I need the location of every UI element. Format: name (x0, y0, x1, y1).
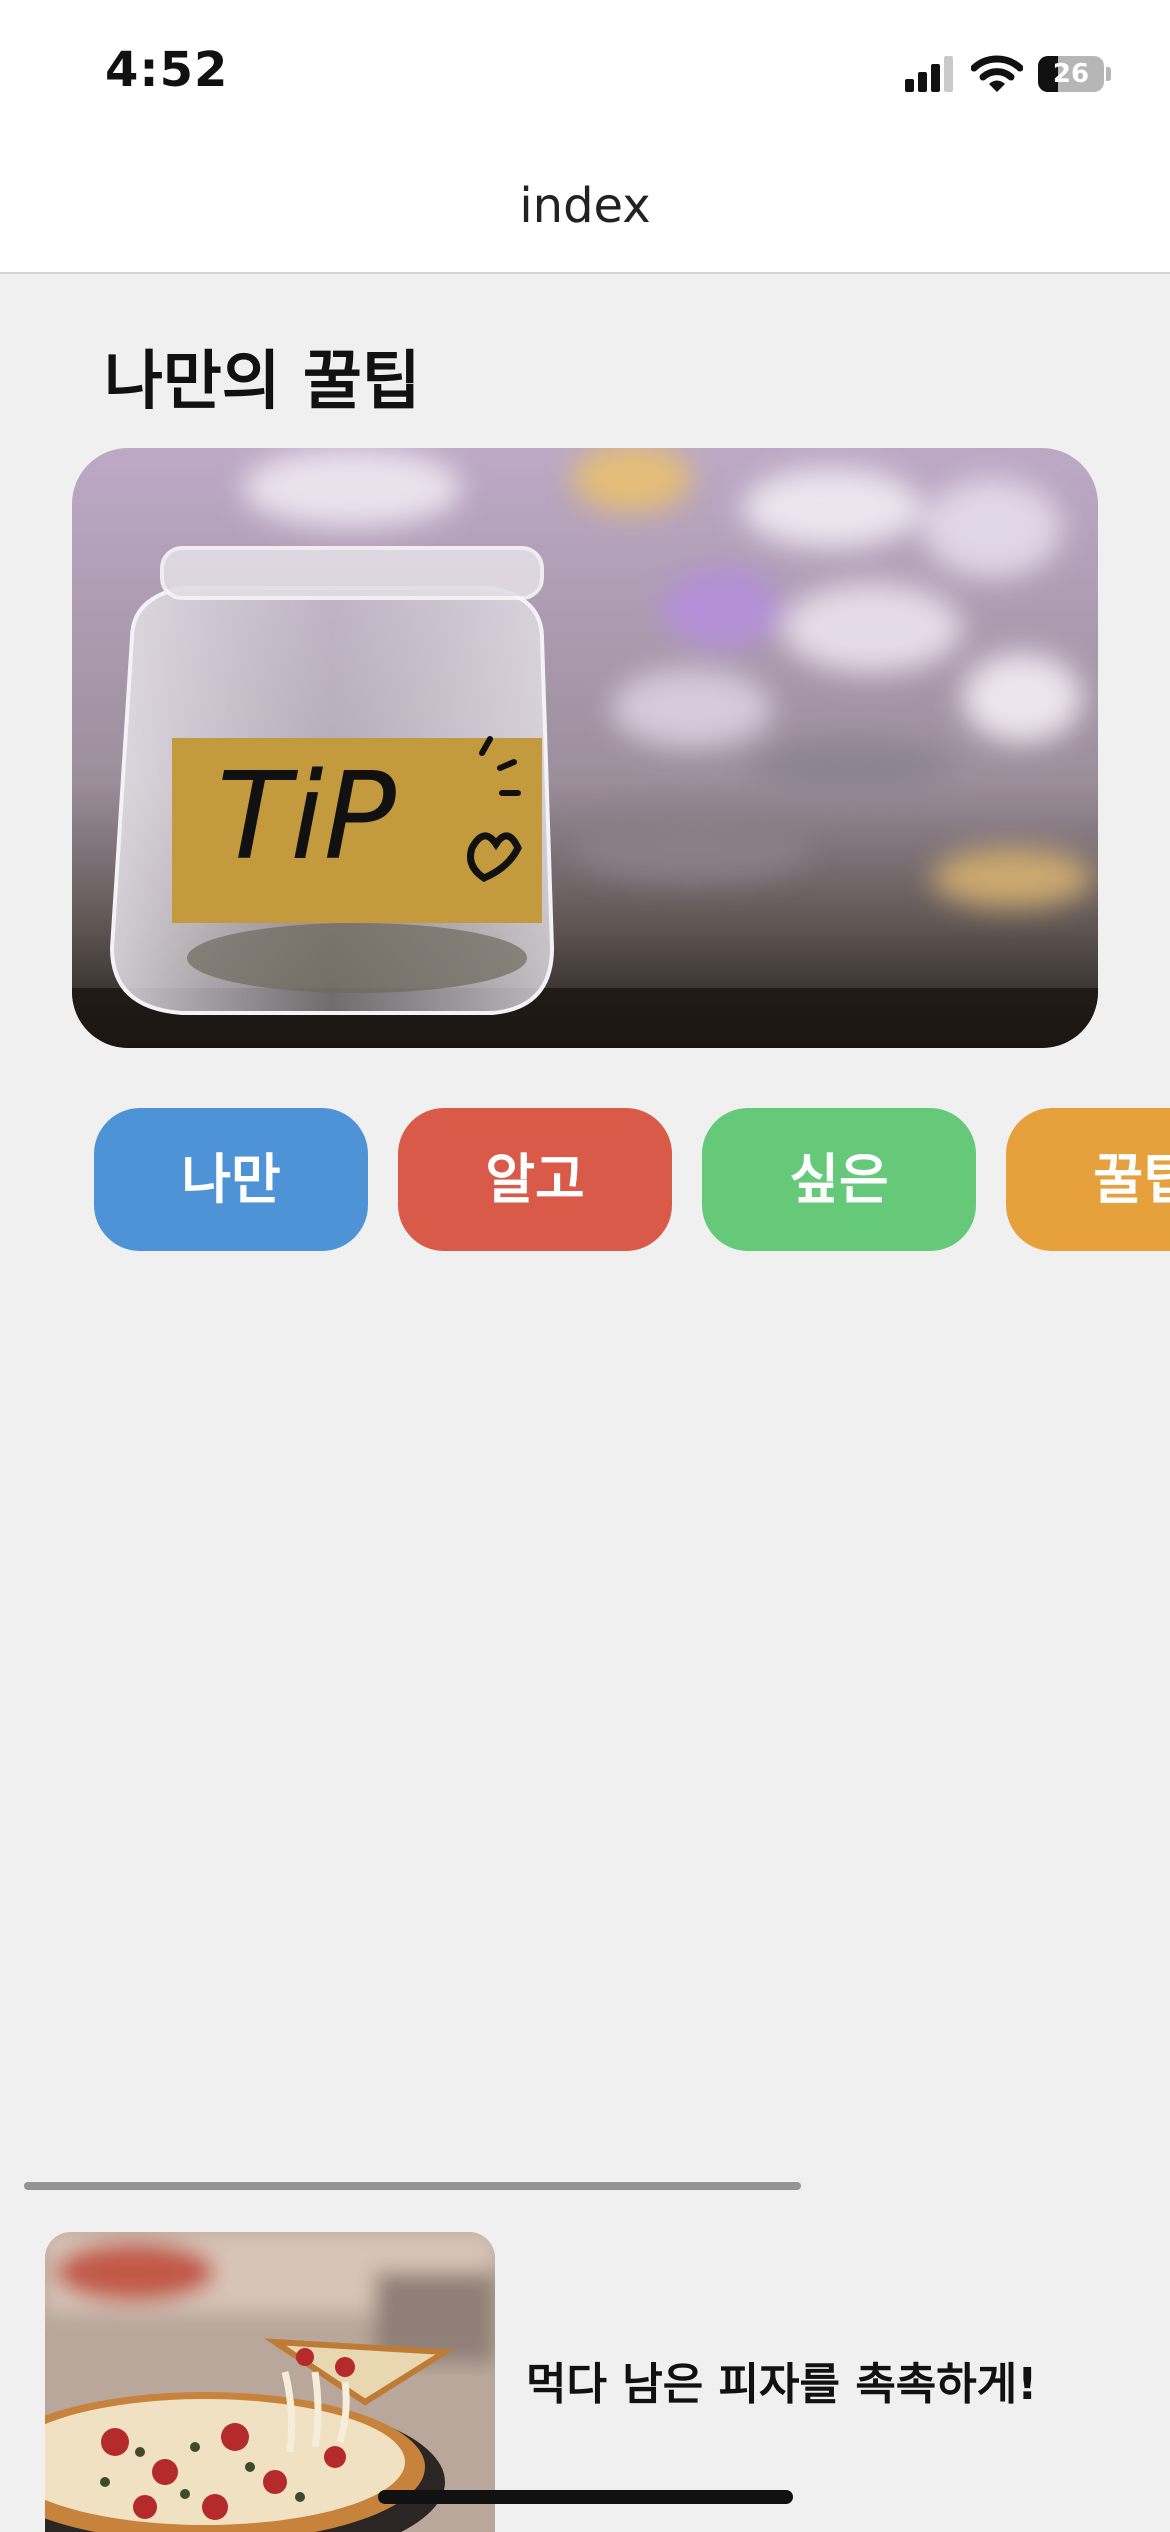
navigation-bar: index (0, 140, 1170, 274)
section-title: 나만의 꿀팁 (104, 345, 421, 419)
status-bar: 4:52 26 (0, 0, 1170, 140)
tip-label: TiP (217, 748, 397, 887)
chip-1[interactable]: 알고 (398, 1108, 672, 1251)
horizontal-scroll-indicator[interactable] (24, 2182, 801, 2190)
list-item[interactable]: 먹다 남은 피자를 촉촉하게! (0, 2218, 1170, 2532)
status-time: 4:52 (105, 42, 229, 98)
chip-0[interactable]: 나만 (94, 1108, 368, 1251)
chip-3[interactable]: 꿀팁 (1006, 1108, 1170, 1251)
chip-2[interactable]: 싶은 (702, 1108, 976, 1251)
battery-icon: 26 (1038, 56, 1104, 92)
category-chips: 나만 알고 싶은 꿀팁 (0, 1108, 1170, 1253)
list-item-title: 먹다 남은 피자를 촉촉하게! (526, 2359, 1038, 2410)
pizza-photo (45, 2232, 495, 2532)
nav-title: index (519, 178, 651, 234)
hero-image[interactable]: TiP (72, 448, 1098, 1048)
wifi-icon (971, 55, 1023, 92)
status-icons: 26 (905, 52, 1115, 96)
home-indicator[interactable] (378, 2490, 793, 2504)
battery-level: 26 (1052, 59, 1090, 89)
tip-jar-photo: TiP (72, 448, 1098, 1048)
